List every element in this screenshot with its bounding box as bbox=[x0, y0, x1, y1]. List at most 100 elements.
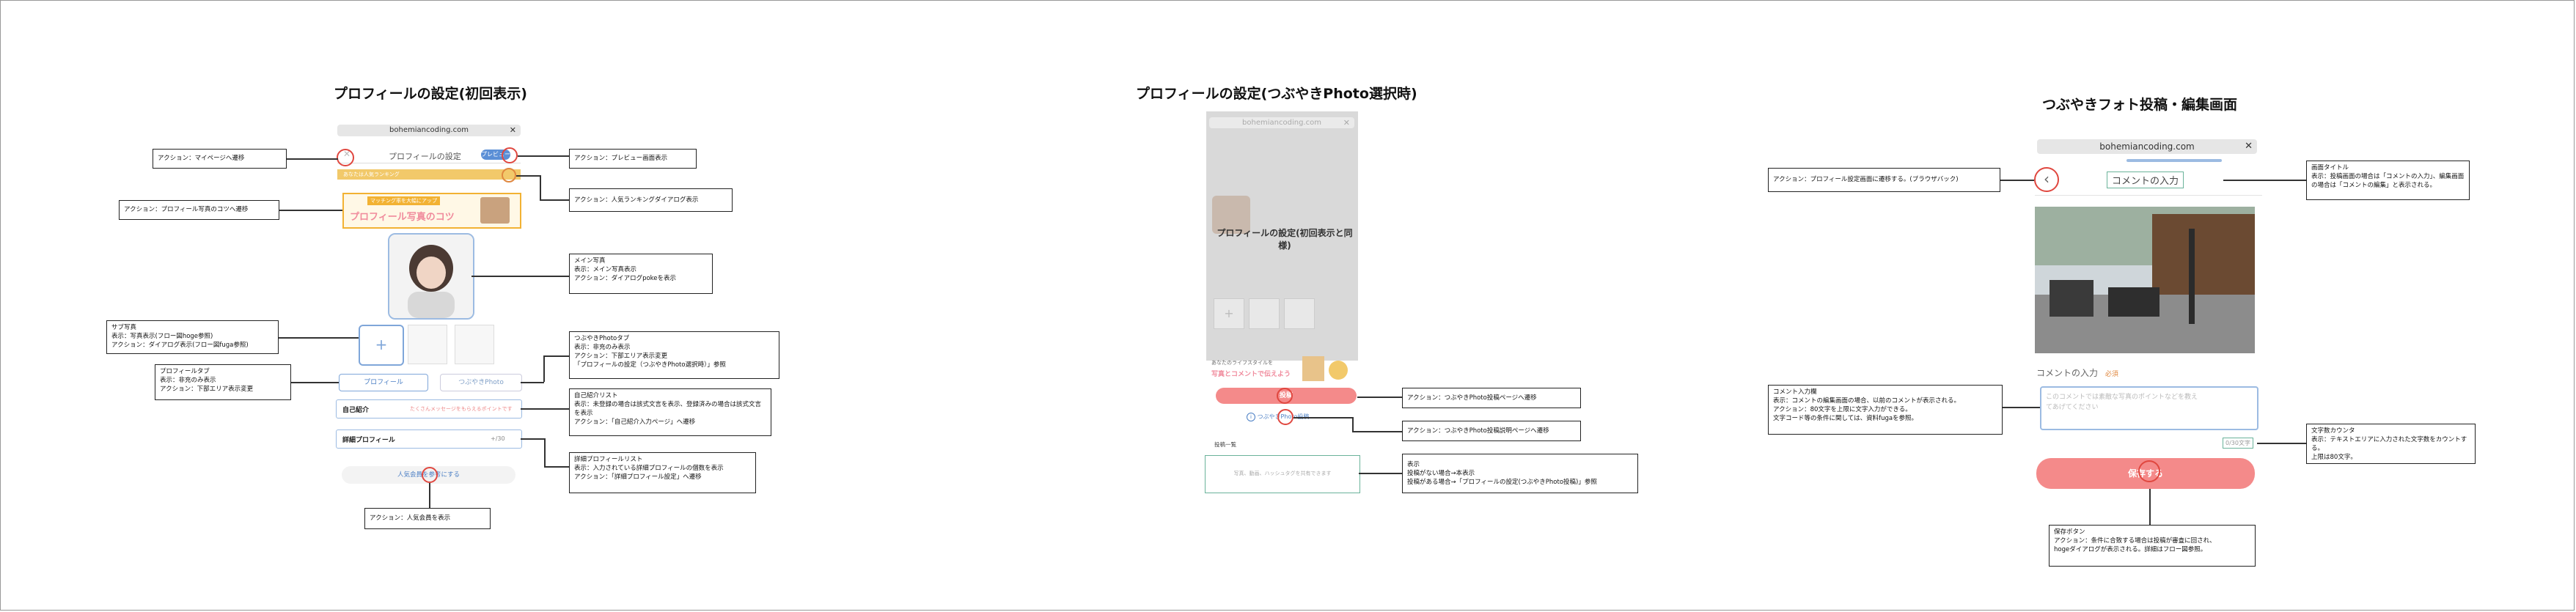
detail-row[interactable]: 詳細プロフィール +/30 bbox=[336, 429, 522, 449]
s2-banner[interactable]: あなたのライフスタイルを 写真とコメントで伝えよう bbox=[1211, 356, 1358, 383]
comment-label-row: コメントの入力 必須 bbox=[2036, 366, 2118, 379]
s2-banner-image bbox=[1302, 356, 1324, 381]
s2-add-slot: + bbox=[1214, 298, 1244, 329]
ranking-bar[interactable]: あなたは人気ランキング bbox=[337, 169, 521, 180]
ranking-highlight bbox=[502, 168, 516, 183]
note-ranking: アクション：人気ランキングダイアログ表示 bbox=[569, 188, 733, 212]
connector bbox=[2149, 489, 2151, 525]
connector bbox=[2223, 180, 2306, 181]
note-s2-link: アクション：つぶやきPhoto投稿説明ページへ遷移 bbox=[1402, 421, 1581, 441]
s2-slot bbox=[1284, 298, 1315, 329]
popular-highlight bbox=[422, 467, 438, 483]
s2-list-label: 投稿一覧 bbox=[1214, 441, 1236, 448]
note-main-photo: メイン写真 表示：メイン写真表示 アクション：ダイアログpokeを表示 bbox=[569, 254, 713, 294]
connector bbox=[544, 438, 546, 466]
close-icon: ✕ bbox=[1343, 118, 1350, 128]
s3-header: ‹ コメントの入力 bbox=[2035, 166, 2262, 196]
connector bbox=[540, 199, 569, 201]
s2-overlay-text: プロフィールの設定(初回表示と同様) bbox=[1217, 228, 1353, 251]
s2-banner-badge bbox=[1329, 361, 1348, 380]
connector bbox=[1293, 417, 1352, 419]
connector bbox=[2000, 180, 2034, 181]
connector bbox=[521, 438, 545, 440]
comment-label: コメントの入力 bbox=[2036, 368, 2099, 378]
note-popular: アクション：人気会員を表示 bbox=[364, 508, 491, 529]
connector bbox=[291, 382, 339, 383]
s3-header-title: コメントの入力 bbox=[2107, 172, 2184, 188]
connector bbox=[279, 210, 342, 211]
connector bbox=[1352, 431, 1402, 432]
connector bbox=[2003, 407, 2040, 408]
section3-title: つぶやきフォト投稿・編集画面 bbox=[2042, 97, 2238, 113]
note-tips: アクション：プロフィール写真のコツへ遷移 bbox=[119, 200, 279, 220]
banner-main-text: プロフィール写真のコツ bbox=[350, 212, 455, 223]
section1-title: プロフィールの設定(初回表示) bbox=[334, 86, 527, 102]
s1-header-title: プロフィールの設定 bbox=[389, 152, 461, 161]
s2-post-highlight bbox=[1277, 388, 1293, 404]
connector bbox=[544, 466, 569, 468]
connector bbox=[518, 155, 569, 157]
connector bbox=[429, 483, 430, 508]
main-photo-image bbox=[389, 235, 473, 318]
comment-textarea[interactable]: このコメントでは素敵な写真のポイントなどを教えてあげてください bbox=[2040, 386, 2258, 430]
connector bbox=[521, 408, 569, 410]
section2-title: プロフィールの設定(つぶやきPhoto選択時) bbox=[1136, 86, 1417, 102]
s3-photo-image bbox=[2035, 207, 2255, 353]
back-highlight bbox=[2034, 167, 2059, 192]
intro-row[interactable]: 自己紹介 たくさんメッセージをもらえるポイントです bbox=[336, 399, 522, 419]
close-icon[interactable]: ✕ bbox=[2245, 139, 2253, 154]
note-s3-save: 保存ボタン アクション：条件に合致する場合は投稿が審査に回され、 hogeダイア… bbox=[2049, 525, 2256, 567]
note-detail-list: 詳細プロフィールリスト 表示：入力されている詳細プロフィールの個数を表示 アクシ… bbox=[569, 452, 756, 493]
main-photo[interactable] bbox=[388, 233, 474, 320]
required-badge: 必須 bbox=[2105, 371, 2118, 378]
ranking-bar-text: あなたは人気ランキング bbox=[343, 172, 400, 177]
s3-url-bar[interactable]: bohemiancoding.com ✕ bbox=[2037, 139, 2257, 154]
url-text: bohemiancoding.com bbox=[1242, 119, 1321, 127]
s2-link-highlight bbox=[1277, 409, 1293, 425]
s2-url-bar: bohemiancoding.com ✕ bbox=[1209, 117, 1354, 128]
connector bbox=[1359, 473, 1402, 474]
connector bbox=[521, 382, 544, 383]
tab-profile[interactable]: プロフィール bbox=[339, 374, 428, 391]
connector bbox=[543, 355, 545, 382]
mypage-highlight bbox=[337, 149, 354, 166]
connector bbox=[279, 337, 359, 339]
close-icon[interactable]: ✕ bbox=[510, 125, 516, 136]
note-s2-list: 表示 投稿がない場合→本表示 投稿がある場合→「プロフィールの設定(つぶやきPh… bbox=[1402, 454, 1638, 493]
s2-dimmed-area: bohemiancoding.com ✕ + プロフィールの設定(初回表示と同様… bbox=[1206, 111, 1358, 361]
note-s2-post: アクション：つぶやきPhoto投稿ページへ遷移 bbox=[1402, 388, 1581, 408]
detail-count: +/30 bbox=[491, 435, 505, 442]
note-photo-tab: つぶやきPhotoタブ 表示：非充のみ表示 アクション：下部エリア表示変更 「プ… bbox=[569, 331, 779, 379]
connector bbox=[1357, 397, 1402, 398]
connector bbox=[540, 175, 541, 199]
s3-photo bbox=[2035, 207, 2255, 353]
note-preview: アクション：プレビュー画面表示 bbox=[569, 149, 697, 169]
connector bbox=[1352, 417, 1354, 432]
sub-photo-add[interactable]: + bbox=[359, 325, 404, 366]
sub-photo-slot[interactable] bbox=[455, 325, 494, 364]
s1-header: ✕ プロフィールの設定 プレビュー bbox=[337, 147, 521, 163]
char-counter: 0/30文字 bbox=[2223, 438, 2253, 449]
note-mypage: アクション：マイページへ遷移 bbox=[153, 149, 287, 169]
s1-url-bar[interactable]: bohemiancoding.com ✕ bbox=[337, 125, 521, 136]
note-profile-tab: プロフィールタブ 表示：非充のみ表示 アクション：下部エリア表示変更 bbox=[155, 364, 291, 400]
connector bbox=[516, 175, 540, 177]
comment-placeholder: このコメントでは素敵な写真のポイントなどを教えてあげてください bbox=[2046, 394, 2198, 411]
banner-person-image bbox=[480, 197, 510, 224]
note-s3-title: 画面タイトル 表示：投稿画面の場合は「コメントの入力」、編集画面の場合は「コメン… bbox=[2306, 161, 2470, 200]
intro-label: 自己紹介 bbox=[342, 407, 370, 414]
detail-label: 詳細プロフィール bbox=[342, 437, 395, 444]
s2-banner-main: 写真とコメントで伝えよう bbox=[1211, 371, 1291, 378]
connector bbox=[287, 158, 338, 160]
tips-banner[interactable]: マッチング率を大幅にアップ プロフィール写真のコツ bbox=[342, 193, 521, 229]
note-intro-list: 自己紹介リスト 表示：未登録の場合は該式文言を表示、登録済みの場合は該式文言を表… bbox=[569, 388, 771, 436]
note-sub-photo: サブ写真 表示：写真表示(フロー図hoge参照) アクション：ダイアログ表示(フ… bbox=[106, 320, 279, 354]
connector bbox=[2257, 443, 2306, 444]
note-s3-comment: コメント入力欄 表示：コメントの編集画面の場合、以前のコメントが表示される。 ア… bbox=[1768, 385, 2003, 435]
tab-photo[interactable]: つぶやきPhoto bbox=[440, 374, 522, 391]
intro-placeholder: たくさんメッセージをもらえるポイントです bbox=[410, 406, 513, 412]
url-text: bohemiancoding.com bbox=[389, 126, 469, 134]
s2-banner-small: あなたのライフスタイルを bbox=[1211, 360, 1273, 366]
sub-photo-slot[interactable] bbox=[408, 325, 447, 364]
plus-icon: + bbox=[375, 336, 388, 353]
